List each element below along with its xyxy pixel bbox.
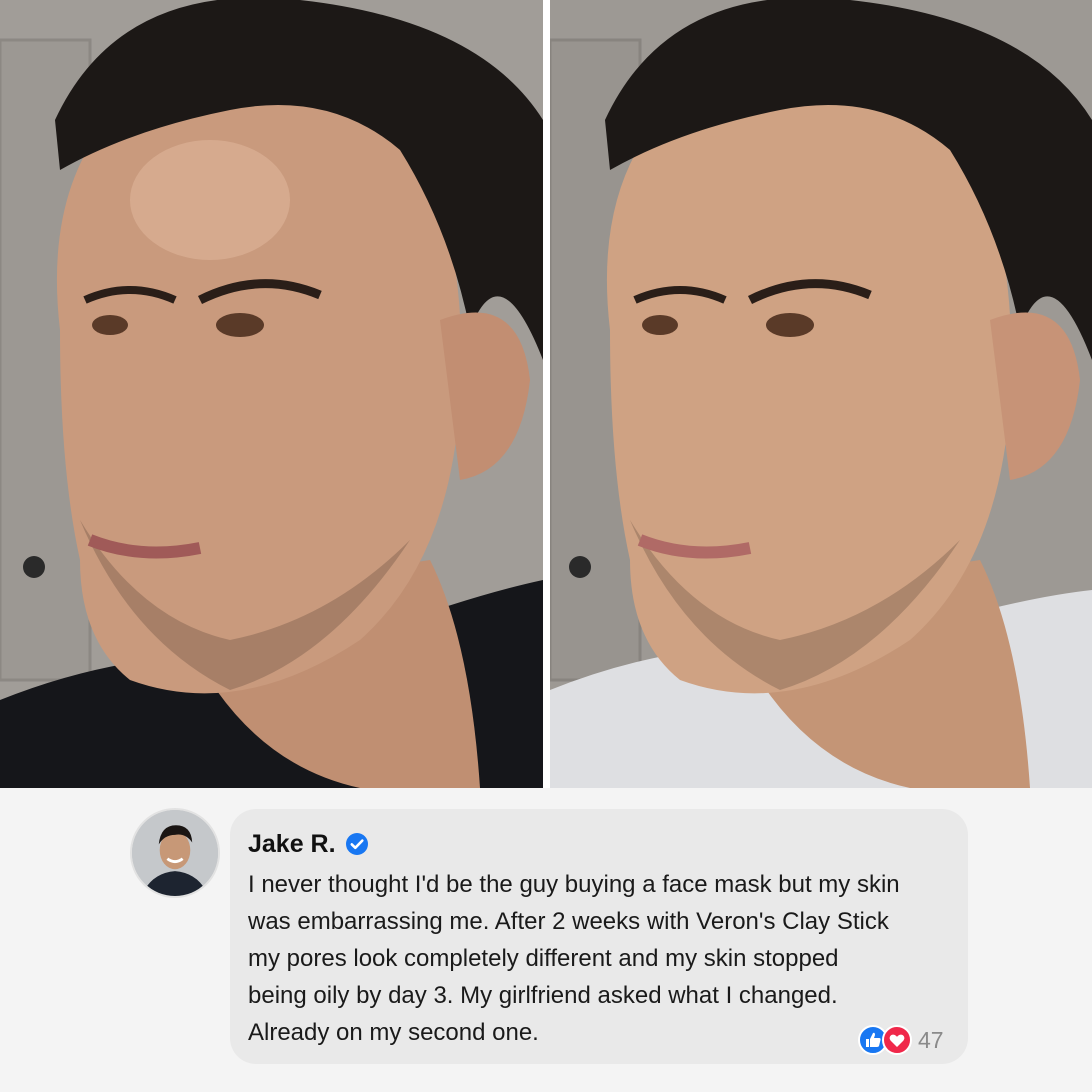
comment-line: my pores look completely different and m… (248, 945, 839, 972)
comment-header: Jake R. (248, 826, 369, 862)
comment-line: Already on my second one. (248, 1019, 539, 1046)
before-face-photo (0, 0, 543, 788)
comment-line: I never thought I'd be the guy buying a … (248, 871, 900, 898)
author-name[interactable]: Jake R. (248, 830, 336, 859)
love-icon (882, 1025, 912, 1055)
after-face-photo (550, 0, 1092, 788)
reactions[interactable]: 47 (858, 1024, 944, 1056)
before-photo (0, 0, 543, 788)
before-after-photos (0, 0, 1092, 788)
avatar-photo (132, 810, 218, 896)
verified-badge-icon (345, 832, 369, 856)
reaction-count: 47 (918, 1026, 944, 1053)
avatar[interactable] (130, 808, 220, 898)
after-photo (550, 0, 1092, 788)
comment-line: was embarrassing me. After 2 weeks with … (248, 908, 889, 935)
comment-line: being oily by day 3. My girlfriend asked… (248, 982, 838, 1009)
comment-text: I never thought I'd be the guy buying a … (248, 866, 958, 1051)
